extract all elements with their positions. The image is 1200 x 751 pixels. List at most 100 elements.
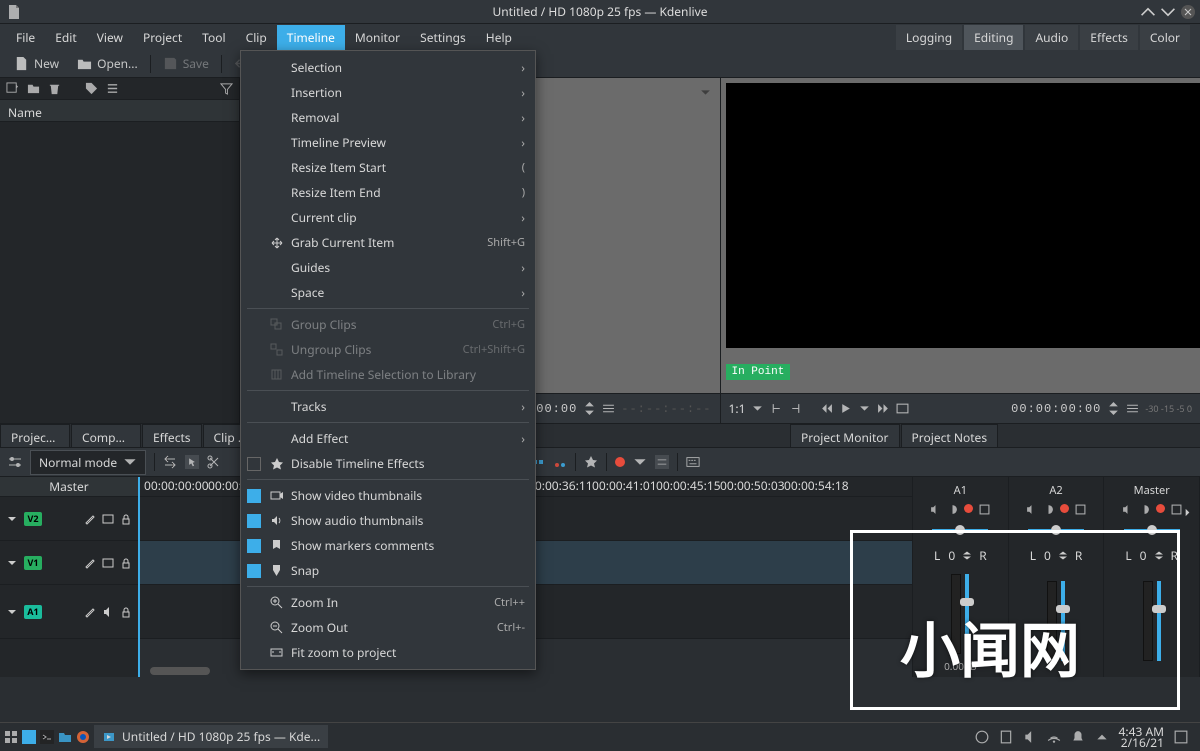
thumbnail-icon[interactable] bbox=[102, 557, 114, 569]
track-head-a1[interactable]: A1 bbox=[0, 585, 138, 639]
menu-item-timeline-preview[interactable]: Timeline Preview› bbox=[241, 130, 535, 155]
balance-slider[interactable] bbox=[1124, 529, 1180, 533]
mode-tab-audio[interactable]: Audio bbox=[1025, 25, 1078, 50]
settings-icon[interactable] bbox=[8, 455, 22, 469]
mode-tab-color[interactable]: Color bbox=[1140, 25, 1190, 50]
menu-item-show-video-thumbnails[interactable]: Show video thumbnails bbox=[241, 483, 535, 508]
tray-icon[interactable] bbox=[975, 730, 989, 744]
timeline-scrollbar[interactable] bbox=[150, 667, 210, 675]
mode-tab-logging[interactable]: Logging bbox=[896, 25, 962, 50]
edit-icon[interactable] bbox=[84, 513, 96, 525]
menu-tool[interactable]: Tool bbox=[192, 25, 235, 50]
menu-item-resize-item-end[interactable]: Resize Item End) bbox=[241, 180, 535, 205]
menu-icon[interactable] bbox=[106, 82, 119, 95]
menu-icon[interactable] bbox=[602, 402, 615, 415]
menu-file[interactable]: File bbox=[6, 25, 45, 50]
app-launcher-icon[interactable] bbox=[4, 730, 18, 744]
chevron-down-icon[interactable] bbox=[6, 513, 18, 525]
razor-tool-icon[interactable] bbox=[207, 455, 221, 469]
stepper-icon[interactable] bbox=[1107, 402, 1120, 415]
firefox-icon[interactable] bbox=[76, 730, 90, 744]
menu-item-removal[interactable]: Removal› bbox=[241, 105, 535, 130]
mixer-channel-master[interactable]: MasterL0R bbox=[1104, 477, 1200, 677]
balance-slider[interactable] bbox=[1028, 529, 1084, 533]
master-header[interactable]: Master bbox=[0, 477, 138, 497]
menu-item-zoom-in[interactable]: Zoom InCtrl++ bbox=[241, 590, 535, 615]
dock-tab[interactable]: Project Notes bbox=[901, 424, 999, 447]
expand-icon[interactable] bbox=[1182, 507, 1193, 518]
lock-icon[interactable] bbox=[120, 557, 132, 569]
menu-edit[interactable]: Edit bbox=[45, 25, 86, 50]
fx-icon[interactable] bbox=[1171, 504, 1182, 515]
volume-fader[interactable] bbox=[1157, 581, 1161, 661]
menu-monitor[interactable]: Monitor bbox=[345, 25, 410, 50]
volume-fader[interactable] bbox=[965, 574, 969, 654]
rec-icon[interactable] bbox=[1156, 504, 1165, 513]
menu-item-current-clip[interactable]: Current clip› bbox=[241, 205, 535, 230]
solo-icon[interactable] bbox=[947, 504, 958, 515]
rec-icon[interactable] bbox=[964, 504, 973, 513]
edit-icon[interactable] bbox=[84, 557, 96, 569]
select-tool-icon[interactable] bbox=[185, 455, 199, 469]
show-desktop-icon[interactable] bbox=[1174, 730, 1188, 744]
bin-name-header[interactable]: Name bbox=[0, 100, 239, 122]
menu-item-show-markers-comments[interactable]: Show markers comments bbox=[241, 533, 535, 558]
chevron-up-icon[interactable] bbox=[1095, 730, 1109, 744]
chevron-down-icon[interactable] bbox=[6, 606, 18, 618]
edit-mode-combo[interactable]: Normal mode bbox=[30, 450, 146, 475]
speaker-icon[interactable] bbox=[102, 606, 114, 618]
menu-help[interactable]: Help bbox=[476, 25, 522, 50]
add-clip-icon[interactable] bbox=[6, 82, 19, 95]
menu-item-guides[interactable]: Guides› bbox=[241, 255, 535, 280]
favorite-icon[interactable] bbox=[584, 455, 598, 469]
menu-item-space[interactable]: Space› bbox=[241, 280, 535, 305]
minimize-button[interactable] bbox=[1140, 4, 1156, 20]
menu-item-disable-timeline-effects[interactable]: Disable Timeline Effects bbox=[241, 451, 535, 476]
open-button[interactable]: Open... bbox=[71, 52, 144, 75]
mute-icon[interactable] bbox=[1122, 504, 1133, 515]
thumbnail-icon[interactable] bbox=[102, 513, 114, 525]
menu-view[interactable]: View bbox=[87, 25, 133, 50]
track-tool-icon[interactable] bbox=[163, 455, 177, 469]
menu-item-zoom-out[interactable]: Zoom OutCtrl+- bbox=[241, 615, 535, 640]
fx-icon[interactable] bbox=[1075, 504, 1086, 515]
dock-tab[interactable]: Project ... bbox=[0, 424, 70, 447]
dock-tab[interactable]: Effects bbox=[142, 424, 202, 447]
menu-timeline[interactable]: Timeline bbox=[277, 25, 345, 50]
preview-settings-icon[interactable] bbox=[655, 455, 669, 469]
menu-item-insertion[interactable]: Insertion› bbox=[241, 80, 535, 105]
zoom-ratio[interactable]: 1:1 bbox=[729, 400, 746, 417]
volume-icon[interactable] bbox=[1023, 730, 1037, 744]
add-folder-icon[interactable] bbox=[27, 82, 40, 95]
mixer-channel-a1[interactable]: A1L0R0.00dB bbox=[913, 477, 1009, 677]
lock-icon[interactable] bbox=[120, 606, 132, 618]
rec-icon[interactable] bbox=[1060, 504, 1069, 513]
menu-item-add-effect[interactable]: Add Effect› bbox=[241, 426, 535, 451]
clipboard-icon[interactable] bbox=[999, 730, 1013, 744]
set-in-icon[interactable] bbox=[770, 402, 783, 415]
menu-item-grab-current-item[interactable]: Grab Current ItemShift+G bbox=[241, 230, 535, 255]
rewind-icon[interactable] bbox=[820, 402, 833, 415]
bell-icon[interactable] bbox=[1071, 730, 1085, 744]
volume-fader[interactable] bbox=[1061, 581, 1065, 661]
forward-icon[interactable] bbox=[877, 402, 890, 415]
extract-icon[interactable] bbox=[553, 455, 567, 469]
mute-icon[interactable] bbox=[1026, 504, 1037, 515]
kdenlive-task[interactable]: Untitled / HD 1080p 25 fps — Kde... bbox=[94, 725, 328, 748]
mute-icon[interactable] bbox=[930, 504, 941, 515]
tag-icon[interactable] bbox=[85, 82, 98, 95]
network-icon[interactable] bbox=[1047, 730, 1061, 744]
mixer-channel-a2[interactable]: A2L0R bbox=[1009, 477, 1105, 677]
set-out-icon[interactable] bbox=[789, 402, 802, 415]
close-button[interactable] bbox=[1180, 4, 1196, 20]
new-button[interactable]: New bbox=[8, 52, 65, 75]
track-head-v1[interactable]: V1 bbox=[0, 541, 138, 585]
dock-tab[interactable]: Project Monitor bbox=[790, 424, 900, 447]
dock-tab[interactable]: Compositi... bbox=[71, 424, 141, 447]
filter-icon[interactable] bbox=[220, 82, 233, 95]
menu-icon[interactable] bbox=[1126, 402, 1139, 415]
zone-icon[interactable] bbox=[896, 402, 909, 415]
keyboard-icon[interactable] bbox=[686, 455, 700, 469]
menu-item-show-audio-thumbnails[interactable]: Show audio thumbnails bbox=[241, 508, 535, 533]
project-monitor-view[interactable]: In Point bbox=[721, 78, 1200, 393]
